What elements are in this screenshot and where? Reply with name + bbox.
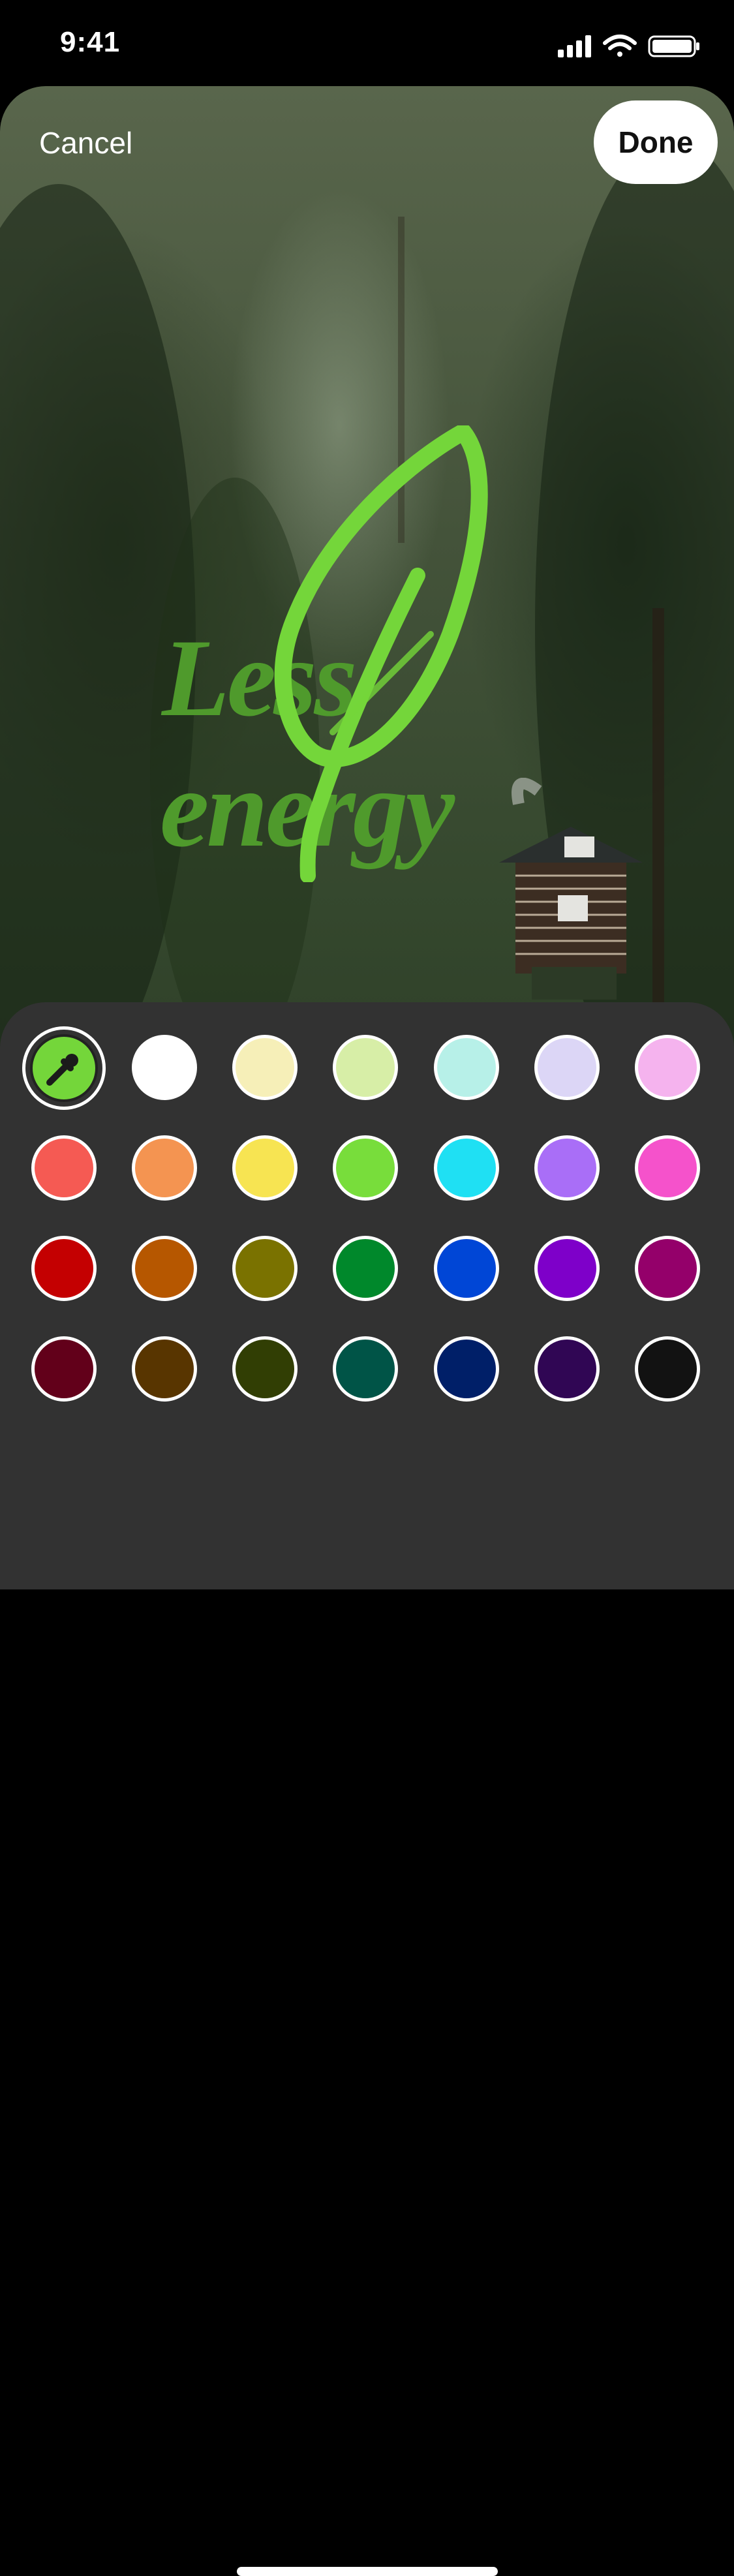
color-swatch[interactable] — [31, 1236, 97, 1301]
color-swatch[interactable] — [333, 1135, 398, 1201]
color-swatch[interactable] — [635, 1236, 700, 1301]
color-swatch[interactable] — [534, 1035, 600, 1100]
color-swatch[interactable] — [434, 1236, 499, 1301]
color-swatch[interactable] — [434, 1135, 499, 1201]
leaf-sticker-icon[interactable] — [254, 425, 489, 882]
color-palette — [0, 1002, 734, 2576]
cancel-button[interactable]: Cancel — [39, 125, 132, 161]
signal-icon — [558, 35, 591, 57]
color-swatch[interactable] — [434, 1336, 499, 1402]
color-swatch[interactable] — [132, 1035, 197, 1100]
battery-icon — [648, 35, 699, 57]
eyedropper-icon — [46, 1054, 78, 1086]
color-swatch[interactable] — [333, 1236, 398, 1301]
color-swatch[interactable] — [635, 1035, 700, 1100]
status-time: 9:41 — [60, 26, 121, 58]
color-swatch[interactable] — [31, 1135, 97, 1201]
done-button[interactable]: Done — [594, 100, 718, 184]
wifi-icon — [603, 35, 637, 57]
color-swatch[interactable] — [333, 1035, 398, 1100]
color-swatch[interactable] — [635, 1336, 700, 1402]
color-swatch[interactable] — [132, 1236, 197, 1301]
tree-trunk — [652, 608, 664, 1065]
color-swatch[interactable] — [132, 1135, 197, 1201]
color-swatch[interactable] — [232, 1336, 298, 1402]
status-icons — [558, 35, 699, 57]
color-swatch[interactable] — [434, 1035, 499, 1100]
color-swatch[interactable] — [132, 1336, 197, 1402]
color-swatch[interactable] — [534, 1135, 600, 1201]
status-bar: 9:41 — [0, 0, 734, 86]
color-swatch[interactable] — [232, 1135, 298, 1201]
selected-color-fill — [30, 1034, 98, 1102]
color-swatch[interactable] — [31, 1336, 97, 1402]
color-swatch[interactable] — [333, 1336, 398, 1402]
color-swatch[interactable] — [232, 1236, 298, 1301]
color-swatch[interactable] — [534, 1236, 600, 1301]
color-swatch[interactable] — [635, 1135, 700, 1201]
eyedropper-swatch-selected[interactable] — [22, 1026, 106, 1110]
color-swatch[interactable] — [232, 1035, 298, 1100]
cabin-image — [499, 778, 643, 1000]
color-swatch[interactable] — [534, 1336, 600, 1402]
home-indicator — [237, 2567, 498, 2576]
